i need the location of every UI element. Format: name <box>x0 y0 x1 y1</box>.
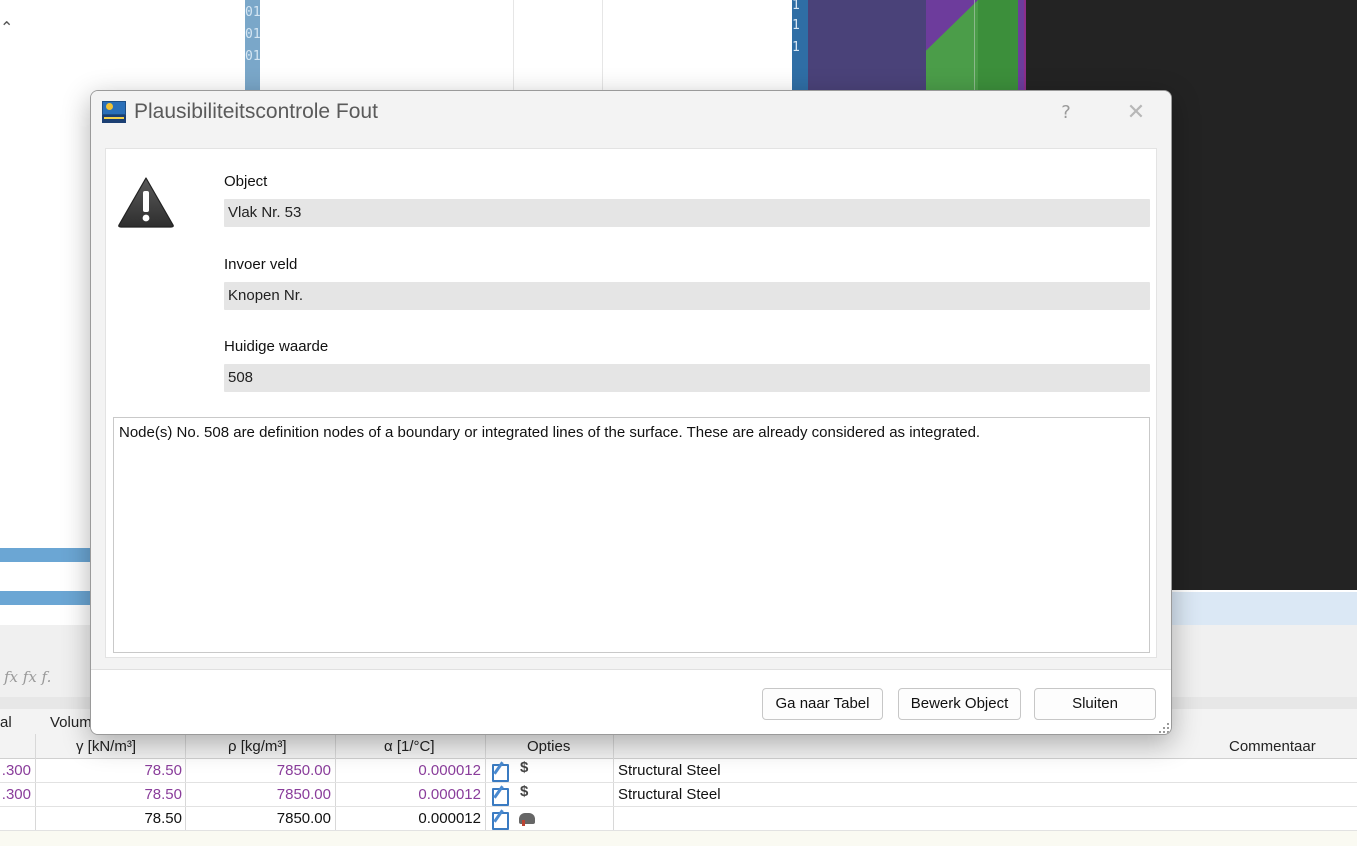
current-value-field: 508 <box>224 364 1150 392</box>
cell-lead[interactable] <box>0 807 31 831</box>
dialog-content: Object Vlak Nr. 53 Invoer veld Knopen Nr… <box>105 148 1157 658</box>
background-blue-bar <box>0 548 92 562</box>
current-value-label: Huidige waarde <box>224 338 329 355</box>
background-column-strip: 01 01 01 <box>245 0 260 92</box>
cell-gamma[interactable]: 78.50 <box>36 807 182 831</box>
background-blue-bar <box>0 591 92 605</box>
grip-dot <box>1163 731 1165 733</box>
header-options[interactable]: Opties <box>527 738 570 755</box>
object-label: Object <box>224 173 268 190</box>
grip-dot <box>1159 731 1161 733</box>
background-blue-bar: 1 1 1 <box>792 0 808 92</box>
icon-stripe <box>104 117 124 119</box>
cell-rho[interactable]: 7850.00 <box>186 783 331 807</box>
cell-alpha[interactable]: 0.000012 <box>336 759 481 783</box>
dialog-titlebar[interactable]: Plausibiliteitscontrole Fout ? ✕ <box>91 91 1171 135</box>
strip-digit: 01 <box>245 5 260 20</box>
dollar-icon[interactable]: $ <box>520 783 528 800</box>
dollar-icon[interactable]: $ <box>520 759 528 776</box>
header-volume[interactable]: Volum <box>50 714 92 731</box>
cell-lead[interactable]: .300 <box>0 759 31 783</box>
cell-rho[interactable]: 7850.00 <box>186 807 331 831</box>
input-field-value: Knopen Nr. <box>224 282 1150 310</box>
strip-digit: 01 <box>245 27 260 42</box>
background-grid-line <box>513 0 514 92</box>
warning-triangle-icon <box>118 177 174 228</box>
error-message-box[interactable]: Node(s) No. 508 are definition nodes of … <box>113 417 1150 653</box>
cell-rho[interactable]: 7850.00 <box>186 759 331 783</box>
header-rho[interactable]: ρ [kg/m³] <box>228 738 287 755</box>
resize-grip[interactable] <box>1159 723 1169 733</box>
dialog-title: Plausibiliteitscontrole Fout <box>134 100 378 123</box>
cell-alpha[interactable]: 0.000012 <box>336 807 481 831</box>
header-material[interactable]: al <box>0 714 12 731</box>
cell-lead[interactable]: .300 <box>0 783 31 807</box>
grip-dot <box>1167 731 1169 733</box>
material-library-icon[interactable] <box>519 813 535 826</box>
grip-dot <box>1167 723 1169 725</box>
plausibility-error-dialog: Plausibiliteitscontrole Fout ? ✕ Object … <box>90 90 1172 735</box>
header-alpha[interactable]: α [1/°C] <box>384 738 435 755</box>
goto-table-button[interactable]: Ga naar Tabel <box>762 688 883 720</box>
edit-object-button[interactable]: Bewerk Object <box>898 688 1021 720</box>
viewport-edge <box>1024 0 1026 92</box>
cell-comment[interactable]: Structural Steel <box>618 759 721 783</box>
background-selection-strip <box>1170 592 1357 625</box>
header-gamma[interactable]: γ [kN/m³] <box>76 738 136 755</box>
table-empty-row <box>0 831 1357 846</box>
cell-gamma[interactable]: 78.50 <box>36 783 182 807</box>
bar-digit: 1 <box>792 0 800 13</box>
edit-icon[interactable] <box>491 787 509 806</box>
object-value-field: Vlak Nr. 53 <box>224 199 1150 227</box>
strip-digit: 01 <box>245 49 260 64</box>
cell-gamma[interactable]: 78.50 <box>36 759 182 783</box>
grip-dot <box>1167 727 1169 729</box>
close-icon[interactable]: ✕ <box>1121 99 1151 127</box>
close-button[interactable]: Sluiten <box>1034 688 1156 720</box>
grip-dot <box>1163 727 1165 729</box>
bar-digit: 1 <box>792 18 800 33</box>
icon-sun <box>106 103 113 110</box>
bar-digit: 1 <box>792 40 800 55</box>
table-row[interactable]: 78.50 7850.00 0.000012 <box>0 807 1357 831</box>
edit-icon[interactable] <box>491 811 509 830</box>
viewport-surface-green <box>978 0 1018 92</box>
table-row[interactable]: .300 78.50 7850.00 0.000012 $ Structural… <box>0 759 1357 783</box>
input-field-label: Invoer veld <box>224 256 298 273</box>
rfem-app-icon <box>102 101 126 123</box>
dialog-footer: Ga naar Tabel Bewerk Object Sluiten <box>91 669 1171 734</box>
edit-icon[interactable] <box>491 763 509 782</box>
header-comment[interactable]: Commentaar <box>1229 738 1316 755</box>
formula-icons: fx fx f. <box>4 668 52 686</box>
table-row[interactable]: .300 78.50 7850.00 0.000012 $ Structural… <box>0 783 1357 807</box>
help-button[interactable]: ? <box>1051 99 1081 127</box>
cell-alpha[interactable]: 0.000012 <box>336 783 481 807</box>
background-grid-line <box>602 0 603 92</box>
viewport-line <box>974 0 975 92</box>
background-cursor-mark: ⌃ <box>0 18 14 37</box>
viewport-surface-purple <box>808 0 926 92</box>
cell-comment[interactable]: Structural Steel <box>618 783 721 807</box>
